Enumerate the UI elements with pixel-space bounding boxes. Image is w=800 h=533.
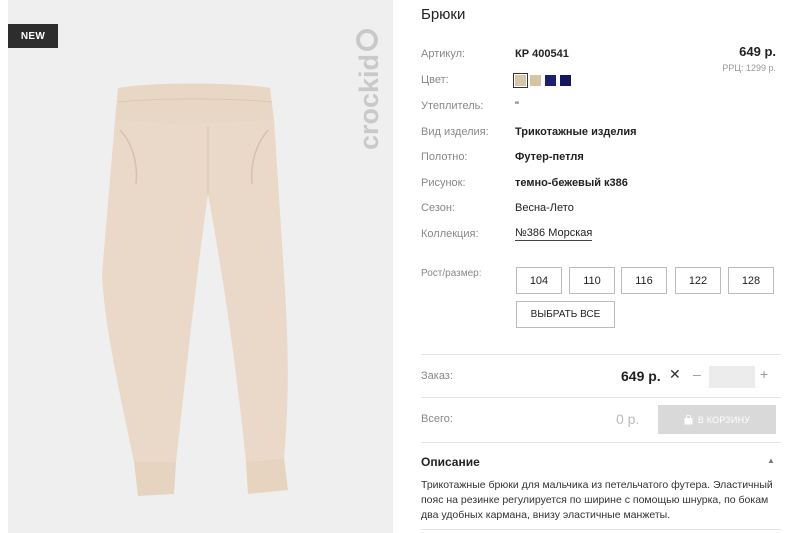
clear-icon[interactable]: ✕ <box>669 366 681 383</box>
bag-icon <box>684 414 693 424</box>
order-label: Заказ: <box>421 370 453 382</box>
color-swatch[interactable] <box>513 72 528 88</box>
divider <box>421 397 781 398</box>
attr-value: Весна-Лето <box>515 202 574 214</box>
collection-link[interactable]: №386 Морская <box>515 227 593 241</box>
new-badge: NEW <box>8 24 58 48</box>
add-to-cart-label: В КОРЗИНУ <box>697 414 751 425</box>
attr-value: Футер-петля <box>515 151 584 163</box>
description-text: Трикотажные брюки для мальчика из петель… <box>421 479 773 521</box>
add-to-cart-button[interactable]: В КОРЗИНУ <box>658 405 776 434</box>
divider <box>421 442 781 443</box>
attr-label: Цвет: <box>421 74 449 86</box>
attr-label: Рисунок: <box>421 177 466 189</box>
attr-collection: Коллекция: №386 Морская <box>421 225 781 243</box>
color-swatch[interactable] <box>560 74 571 86</box>
color-swatch[interactable] <box>530 74 541 86</box>
size-button-116[interactable]: 116 <box>621 267 667 294</box>
attr-insulation: Утеплитель: " <box>421 97 781 115</box>
order-price: 649 р. <box>621 368 661 384</box>
size-button-104[interactable]: 104 <box>516 267 562 294</box>
size-button-128[interactable]: 128 <box>728 267 774 294</box>
attr-color: Цвет: <box>421 71 781 89</box>
attr-label: Полотно: <box>421 151 468 163</box>
attr-value: Трикотажные изделия <box>515 126 637 138</box>
qty-plus-button[interactable]: + <box>760 366 768 382</box>
divider <box>421 529 781 530</box>
select-all-button[interactable]: ВЫБРАТЬ ВСЕ <box>516 301 615 328</box>
attr-value: КР 400541 <box>515 48 569 60</box>
attr-label: Коллекция: <box>421 228 479 240</box>
attr-label: Утеплитель: <box>421 100 484 112</box>
qty-minus-button[interactable]: – <box>693 366 701 382</box>
attr-value: темно-бежевый к386 <box>515 177 628 189</box>
product-image-panel[interactable]: NEW crockid <box>8 0 393 533</box>
size-label: Рост/размер: <box>421 268 482 279</box>
size-button-110[interactable]: 110 <box>569 267 615 294</box>
chevron-up-icon[interactable]: ▲ <box>767 456 775 465</box>
attr-article: Артикул: КР 400541 <box>421 45 781 63</box>
product-photo <box>102 83 288 496</box>
attr-label: Вид изделия: <box>421 126 489 138</box>
total-label: Всего: <box>421 413 453 425</box>
attr-item-type: Вид изделия: Трикотажные изделия <box>421 123 781 141</box>
brand-logo-text: crockid <box>354 54 384 150</box>
size-button-122[interactable]: 122 <box>675 267 721 294</box>
color-swatches <box>513 72 571 88</box>
attr-fabric: Полотно: Футер-петля <box>421 148 781 166</box>
attr-season: Сезон: Весна-Лето <box>421 199 781 217</box>
divider <box>421 354 781 355</box>
color-swatch[interactable] <box>545 74 556 86</box>
total-value: 0 р. <box>616 411 640 427</box>
attr-value: " <box>515 100 519 112</box>
attr-pattern: Рисунок: темно-бежевый к386 <box>421 174 781 192</box>
quantity-input[interactable] <box>709 366 755 388</box>
attr-label: Сезон: <box>421 202 455 214</box>
description-title[interactable]: Описание <box>421 455 480 469</box>
brand-logo: crockid <box>354 29 384 150</box>
product-title: Брюки <box>421 6 466 23</box>
attr-label: Артикул: <box>421 48 466 60</box>
